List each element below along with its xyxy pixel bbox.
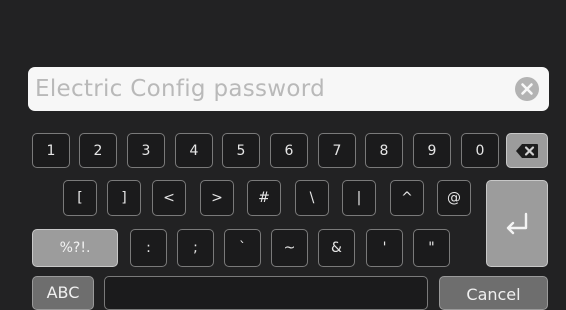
- key-caret[interactable]: ^: [390, 180, 424, 216]
- key-ampersand[interactable]: &: [318, 229, 355, 267]
- key-label: &: [331, 240, 342, 256]
- key-double-quote[interactable]: ": [413, 229, 450, 267]
- backspace-icon: [516, 143, 538, 158]
- key-label: ^: [401, 190, 413, 206]
- key-label: 2: [93, 142, 103, 159]
- symbols-mode-key[interactable]: %?!.: [32, 229, 118, 267]
- key-9[interactable]: 9: [413, 133, 451, 168]
- key-greater-than[interactable]: >: [200, 180, 234, 216]
- key-label: <: [163, 190, 175, 206]
- key-label: :: [146, 240, 151, 256]
- key-6[interactable]: 6: [270, 133, 308, 168]
- key-at[interactable]: @: [437, 180, 471, 216]
- key-label: 4: [189, 142, 199, 159]
- key-label: >: [211, 190, 223, 206]
- key-3[interactable]: 3: [127, 133, 165, 168]
- enter-key[interactable]: [486, 180, 548, 267]
- key-label: ': [382, 240, 387, 256]
- key-backslash[interactable]: \: [295, 180, 329, 216]
- key-label: 3: [141, 142, 151, 159]
- key-label: ;: [193, 240, 198, 256]
- key-colon[interactable]: :: [130, 229, 167, 267]
- key-5[interactable]: 5: [222, 133, 260, 168]
- password-input[interactable]: Electric Config password: [28, 67, 549, 111]
- key-label: `: [239, 240, 246, 256]
- key-2[interactable]: 2: [79, 133, 117, 168]
- key-pipe[interactable]: |: [342, 180, 376, 216]
- key-label: ABC: [46, 283, 80, 302]
- key-1[interactable]: 1: [32, 133, 70, 168]
- key-hash[interactable]: #: [247, 180, 281, 216]
- key-label: @: [447, 190, 461, 206]
- backspace-key[interactable]: [506, 133, 548, 168]
- password-placeholder: Electric Config password: [35, 76, 326, 102]
- key-label: 7: [332, 142, 342, 159]
- clear-icon[interactable]: [515, 77, 539, 101]
- key-tilde[interactable]: ~: [271, 229, 308, 267]
- key-label: Cancel: [466, 285, 521, 304]
- key-label: %?!.: [59, 240, 91, 256]
- key-8[interactable]: 8: [365, 133, 403, 168]
- key-less-than[interactable]: <: [152, 180, 186, 216]
- key-label: ]: [121, 190, 127, 206]
- key-label: 0: [475, 142, 485, 159]
- key-label: |: [356, 190, 362, 206]
- cancel-key[interactable]: Cancel: [439, 276, 548, 310]
- key-label: 1: [46, 142, 56, 159]
- key-label: #: [258, 190, 270, 206]
- space-key[interactable]: [104, 276, 428, 310]
- key-label: ": [428, 240, 435, 256]
- key-label: 8: [379, 142, 389, 159]
- key-label: \: [309, 190, 315, 206]
- key-apostrophe[interactable]: ': [366, 229, 403, 267]
- key-label: ~: [283, 240, 296, 256]
- abc-mode-key[interactable]: ABC: [32, 276, 94, 310]
- key-label: 6: [284, 142, 294, 159]
- key-label: 5: [236, 142, 246, 159]
- key-backtick[interactable]: `: [224, 229, 261, 267]
- key-0[interactable]: 0: [461, 133, 499, 168]
- key-label: [: [77, 190, 83, 206]
- key-4[interactable]: 4: [175, 133, 213, 168]
- key-open-bracket[interactable]: [: [63, 180, 97, 216]
- key-semicolon[interactable]: ;: [177, 229, 214, 267]
- key-label: 9: [427, 142, 437, 159]
- enter-icon: [506, 212, 528, 234]
- key-7[interactable]: 7: [318, 133, 356, 168]
- key-close-bracket[interactable]: ]: [107, 180, 141, 216]
